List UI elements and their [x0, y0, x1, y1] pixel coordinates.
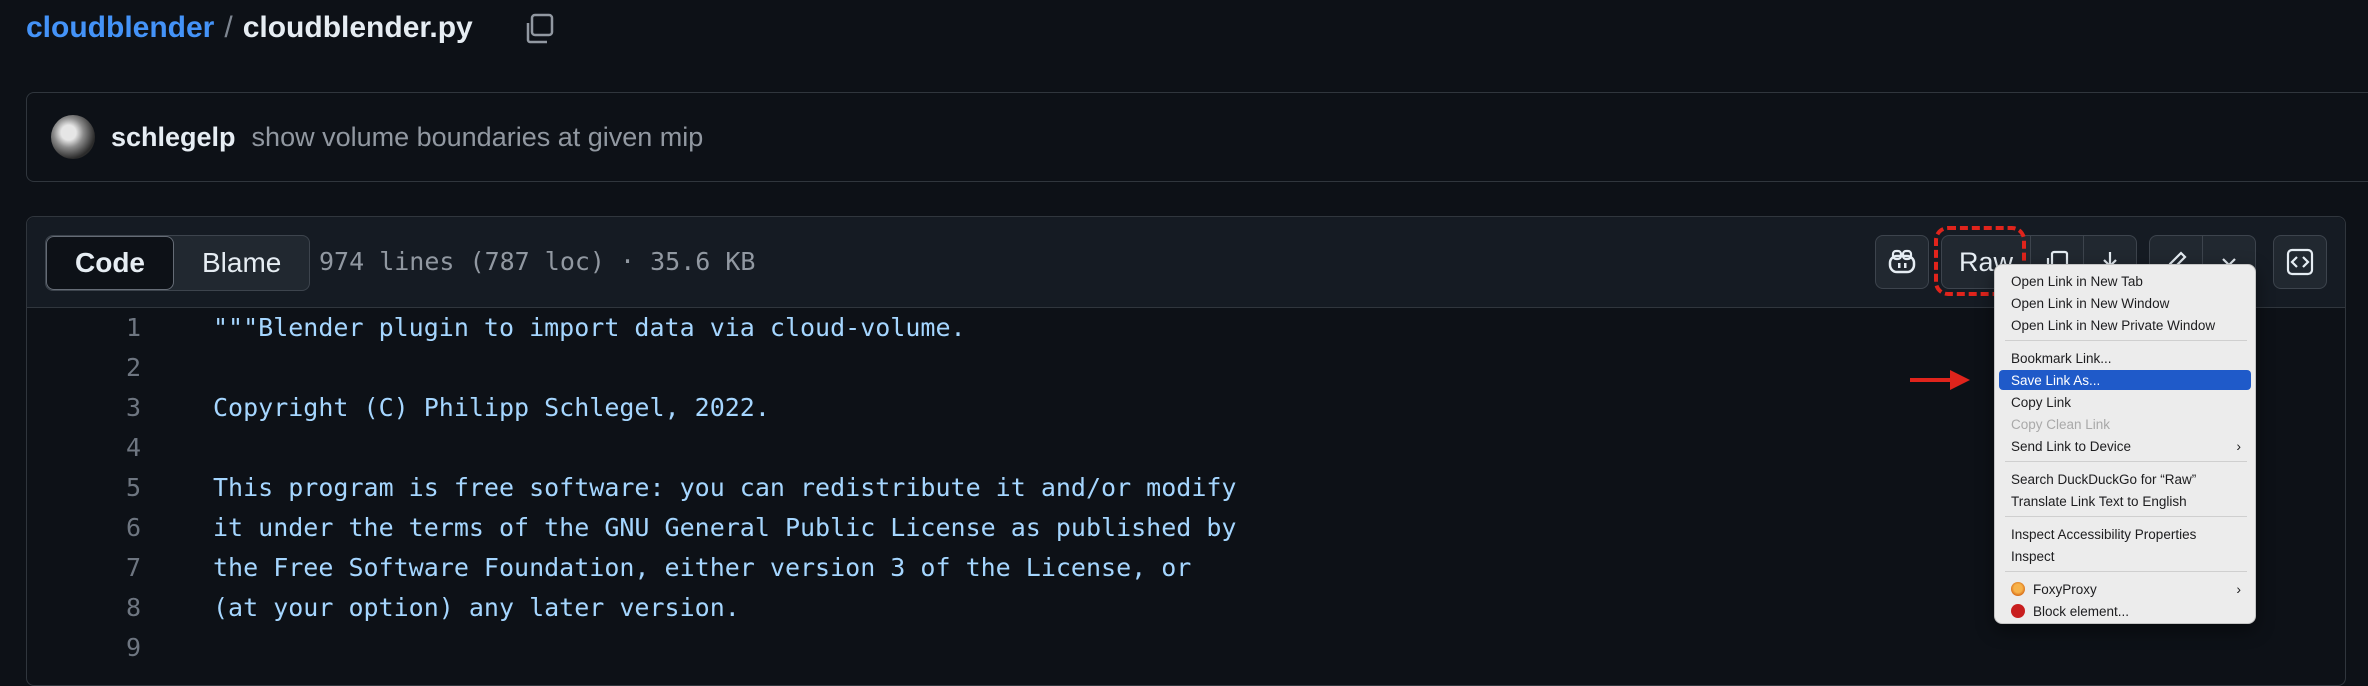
line-number[interactable]: 1: [27, 313, 141, 342]
menu-separator: [2005, 340, 2247, 341]
line-number[interactable]: 2: [27, 353, 141, 382]
line-content: it under the terms of the GNU General Pu…: [213, 512, 1237, 542]
line-number[interactable]: 5: [27, 473, 141, 502]
menu-item-label: Copy Clean Link: [2011, 416, 2111, 432]
menu-item-bookmark-link[interactable]: Bookmark Link...: [1999, 348, 2251, 368]
menu-item-block-element[interactable]: Block element...: [1999, 601, 2251, 621]
view-toggle: Code Blame: [45, 235, 311, 291]
code-tab[interactable]: Code: [46, 236, 174, 290]
latest-commit-bar: schlegelp show volume boundaries at give…: [26, 92, 2368, 182]
menu-item-copy-link[interactable]: Copy Link: [1999, 392, 2251, 412]
line-number[interactable]: 8: [27, 593, 141, 622]
menu-item-label: Open Link in New Window: [2011, 295, 2170, 311]
menu-item-search-duckduckgo[interactable]: Search DuckDuckGo for “Raw”: [1999, 469, 2251, 489]
menu-item-label: FoxyProxy: [2033, 581, 2097, 597]
line-content: Copyright (C) Philipp Schlegel, 2022.: [213, 392, 770, 422]
code-line: 9: [27, 627, 213, 667]
line-content: """Blender plugin to import data via clo…: [213, 312, 966, 342]
copilot-button[interactable]: [1875, 235, 1929, 289]
menu-item-label: Open Link in New Private Window: [2011, 317, 2216, 333]
menu-item-label: Open Link in New Tab: [2011, 273, 2143, 289]
line-number[interactable]: 9: [27, 633, 141, 662]
menu-item-send-link-to-device[interactable]: Send Link to Device ›: [1999, 436, 2251, 456]
context-menu: Open Link in New Tab Open Link in New Wi…: [1994, 264, 2256, 624]
chevron-right-icon: ›: [2236, 438, 2241, 454]
menu-separator: [2005, 461, 2247, 462]
commit-author[interactable]: schlegelp: [111, 122, 236, 153]
menu-item-open-new-window[interactable]: Open Link in New Window: [1999, 293, 2251, 313]
menu-item-label: Block element...: [2033, 603, 2130, 619]
menu-item-open-new-tab[interactable]: Open Link in New Tab: [1999, 271, 2251, 291]
menu-item-foxyproxy[interactable]: FoxyProxy ›: [1999, 579, 2251, 599]
copilot-icon: [1888, 249, 1916, 274]
menu-item-label: Inspect Accessibility Properties: [2011, 526, 2197, 542]
file-meta: 974 lines (787 loc) · 35.6 KB: [319, 247, 756, 276]
foxyproxy-icon: [2011, 582, 2025, 596]
breadcrumb: cloudblender / cloudblender.py: [26, 8, 473, 48]
menu-item-label: Translate Link Text to English: [2011, 493, 2187, 509]
commit-message[interactable]: show volume boundaries at given mip: [252, 122, 704, 153]
code-line: 1 """Blender plugin to import data via c…: [27, 307, 966, 347]
code-line: 4: [27, 427, 213, 467]
menu-item-inspect[interactable]: Inspect: [1999, 546, 2251, 566]
annotation-arrow-icon: [1910, 370, 1970, 390]
line-number[interactable]: 6: [27, 513, 141, 542]
menu-separator: [2005, 571, 2247, 572]
code-line: 2: [27, 347, 213, 387]
code-line: 3 Copyright (C) Philipp Schlegel, 2022.: [27, 387, 770, 427]
code-line: 8 (at your option) any later version.: [27, 587, 740, 627]
menu-item-copy-clean-link: Copy Clean Link: [1999, 414, 2251, 434]
menu-item-inspect-accessibility[interactable]: Inspect Accessibility Properties: [1999, 524, 2251, 544]
menu-separator: [2005, 516, 2247, 517]
copy-path-icon[interactable]: [522, 12, 556, 46]
block-element-icon: [2011, 604, 2025, 618]
code-line: 7 the Free Software Foundation, either v…: [27, 547, 1191, 587]
menu-item-label: Send Link to Device: [2011, 438, 2132, 454]
code-square-icon: [2286, 248, 2314, 276]
menu-item-open-private-window[interactable]: Open Link in New Private Window: [1999, 315, 2251, 335]
line-content: (at your option) any later version.: [213, 592, 740, 622]
blame-tab[interactable]: Blame: [174, 236, 309, 290]
menu-item-label: Save Link As...: [2011, 372, 2101, 388]
code-line: 6 it under the terms of the GNU General …: [27, 507, 1237, 547]
line-number[interactable]: 7: [27, 553, 141, 582]
line-number[interactable]: 3: [27, 393, 141, 422]
menu-item-label: Inspect: [2011, 548, 2055, 564]
menu-item-label: Search DuckDuckGo for “Raw”: [2011, 471, 2197, 487]
line-content: the Free Software Foundation, either ver…: [213, 552, 1192, 582]
chevron-right-icon: ›: [2236, 581, 2241, 597]
avatar[interactable]: [51, 115, 95, 159]
file-name: cloudblender.py: [242, 11, 473, 44]
menu-item-label: Bookmark Link...: [2011, 350, 2112, 366]
menu-item-label: Copy Link: [2011, 394, 2072, 410]
symbols-panel-button[interactable]: [2273, 235, 2327, 289]
breadcrumb-separator: /: [224, 11, 233, 44]
code-line: 5 This program is free software: you can…: [27, 467, 1237, 507]
line-content: This program is free software: you can r…: [213, 472, 1237, 502]
menu-item-translate-link[interactable]: Translate Link Text to English: [1999, 491, 2251, 511]
repo-link[interactable]: cloudblender: [26, 11, 214, 45]
line-number[interactable]: 4: [27, 433, 141, 462]
menu-item-save-link-as[interactable]: Save Link As...: [1999, 370, 2251, 390]
